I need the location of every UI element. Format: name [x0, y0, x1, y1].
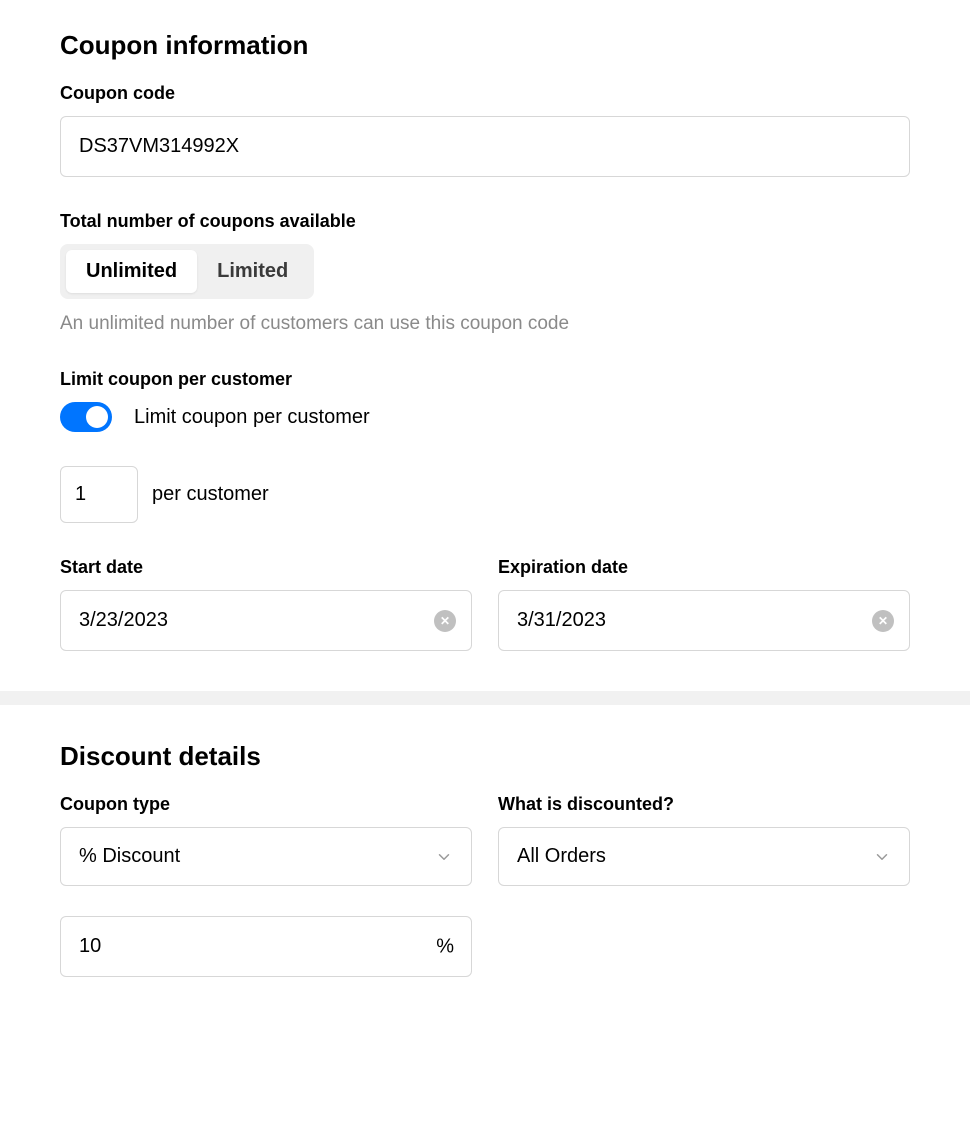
discount-row-2: % — [60, 916, 910, 977]
discounted-select[interactable]: All Orders — [498, 827, 910, 886]
start-date-label: Start date — [60, 557, 472, 578]
limit-per-customer-field: Limit coupon per customer Limit coupon p… — [60, 369, 910, 432]
start-date-input[interactable] — [60, 590, 472, 651]
limit-suffix-text: per customer — [152, 483, 269, 506]
coupon-type-field: Coupon type % Discount — [60, 794, 472, 886]
coupon-code-field: Coupon code — [60, 83, 910, 177]
limit-value-field: per customer — [60, 466, 910, 523]
discount-details-title: Discount details — [60, 741, 910, 772]
discount-amount-input[interactable] — [60, 916, 472, 977]
discount-amount-field: % — [60, 916, 472, 977]
availability-help-text: An unlimited number of customers can use… — [60, 313, 910, 335]
expiration-date-input[interactable] — [498, 590, 910, 651]
limit-toggle-label-text: Limit coupon per customer — [134, 406, 370, 429]
start-date-field: Start date — [60, 557, 472, 651]
discounted-label: What is discounted? — [498, 794, 910, 815]
discounted-field: What is discounted? All Orders — [498, 794, 910, 886]
coupon-type-select[interactable]: % Discount — [60, 827, 472, 886]
clear-icon[interactable] — [872, 610, 894, 632]
availability-option-unlimited[interactable]: Unlimited — [66, 250, 197, 293]
availability-option-limited[interactable]: Limited — [197, 250, 308, 293]
section-divider — [0, 691, 970, 705]
discount-amount-suffix: % — [436, 935, 454, 958]
coupon-code-label: Coupon code — [60, 83, 910, 104]
coupon-availability-field: Total number of coupons available Unlimi… — [60, 211, 910, 335]
chevron-down-icon — [873, 848, 891, 866]
toggle-knob — [86, 406, 108, 428]
discounted-value: All Orders — [517, 845, 606, 868]
clear-icon[interactable] — [434, 610, 456, 632]
coupon-type-label: Coupon type — [60, 794, 472, 815]
availability-segmented-control: Unlimited Limited — [60, 244, 314, 299]
limit-per-customer-label: Limit coupon per customer — [60, 369, 910, 390]
chevron-down-icon — [435, 848, 453, 866]
limit-per-customer-toggle[interactable] — [60, 402, 112, 432]
dates-row: Start date Expiration date — [60, 557, 910, 651]
expiration-date-field: Expiration date — [498, 557, 910, 651]
discount-row-1: Coupon type % Discount What is discounte… — [60, 794, 910, 886]
expiration-date-label: Expiration date — [498, 557, 910, 578]
coupon-code-input[interactable] — [60, 116, 910, 177]
coupon-availability-label: Total number of coupons available — [60, 211, 910, 232]
coupon-type-value: % Discount — [79, 845, 180, 868]
limit-value-input[interactable] — [60, 466, 138, 523]
coupon-information-title: Coupon information — [60, 30, 910, 61]
